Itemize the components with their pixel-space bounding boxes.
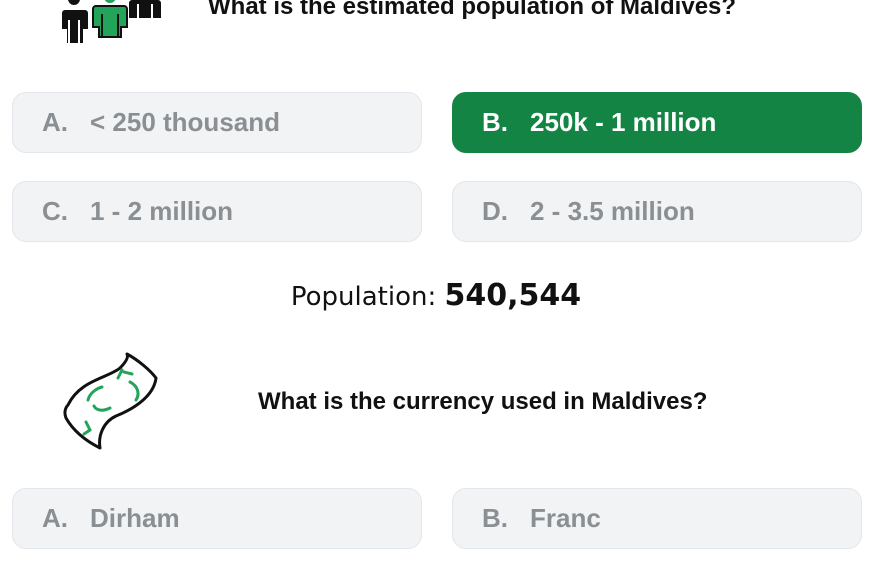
answer-option-c[interactable]: C. 1 - 2 million	[12, 181, 422, 242]
answer-option-b[interactable]: B. Franc	[452, 488, 862, 549]
money-bill-icon	[63, 352, 158, 450]
option-letter: A.	[42, 503, 68, 533]
option-label: < 250 thousand	[90, 107, 280, 137]
population-label: Population:	[290, 282, 437, 312]
population-fact: Population: 540,544	[0, 278, 872, 313]
answer-option-a[interactable]: A. < 250 thousand	[12, 92, 422, 153]
option-label: Dirham	[90, 503, 180, 533]
option-label: 1 - 2 million	[90, 196, 234, 226]
answer-option-a[interactable]: A. Dirham	[12, 488, 422, 549]
answer-option-b[interactable]: B. 250k - 1 million	[452, 92, 862, 153]
quiz-page: What is the estimated population of Mald…	[0, 0, 872, 570]
option-letter: C.	[42, 196, 68, 226]
question-title: What is the estimated population of Mald…	[208, 0, 737, 20]
option-label: 250k - 1 million	[530, 107, 717, 137]
answer-option-d[interactable]: D. 2 - 3.5 million	[452, 181, 862, 242]
option-letter: A.	[42, 107, 68, 137]
people-icon	[62, 0, 161, 43]
option-label: 2 - 3.5 million	[530, 196, 695, 226]
option-letter: B.	[482, 107, 508, 137]
population-value: 540,544	[444, 278, 582, 313]
question-title: What is the currency used in Maldives?	[258, 388, 708, 415]
option-letter: B.	[482, 503, 508, 533]
option-label: Franc	[530, 503, 601, 533]
option-letter: D.	[482, 196, 508, 226]
